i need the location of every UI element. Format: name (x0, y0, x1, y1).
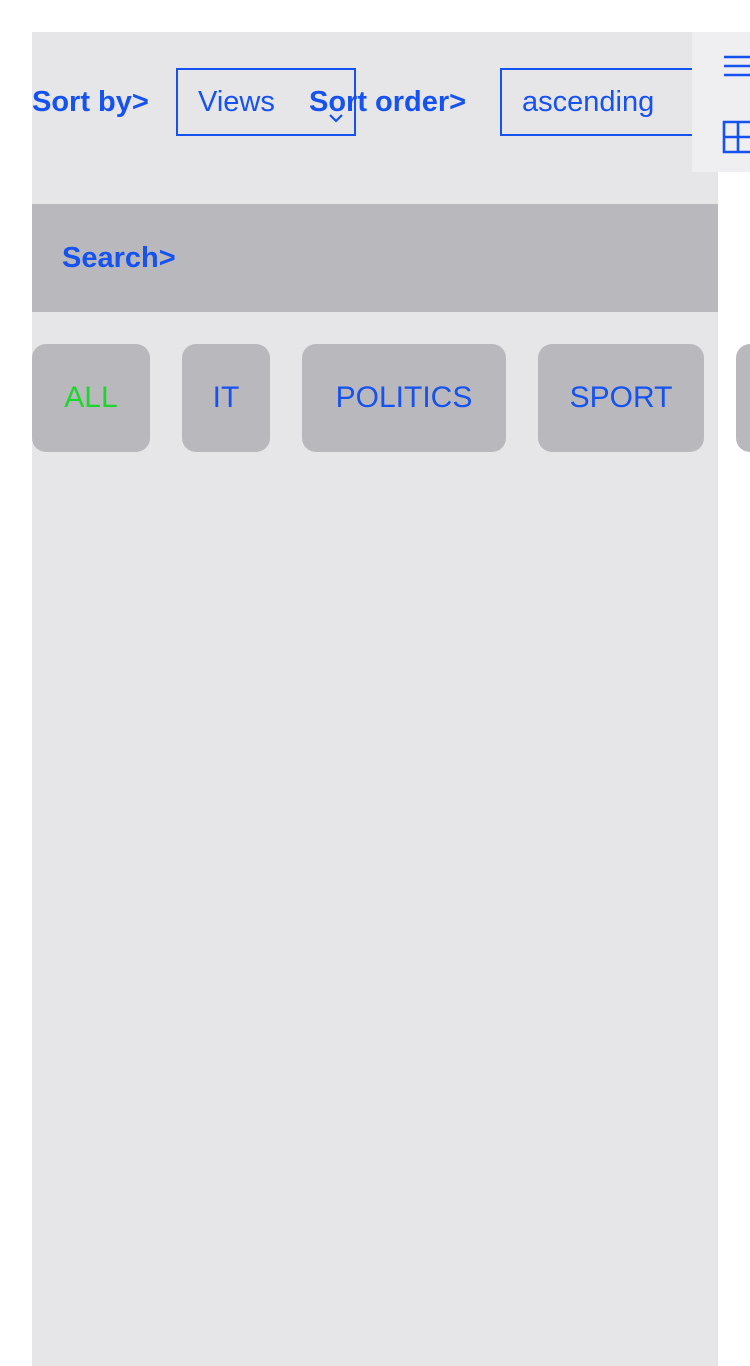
search-bar[interactable]: Search> (32, 204, 718, 312)
sort-order-value: ascending (522, 86, 655, 118)
category-chip-sport[interactable]: SPORT (538, 344, 704, 452)
list-view-icon[interactable] (722, 52, 750, 87)
view-toggle-panel (692, 32, 750, 172)
category-chip-all[interactable]: ALL (32, 344, 150, 452)
category-chip-politics[interactable]: POLITICS (302, 344, 506, 452)
grid-view-icon[interactable] (722, 120, 750, 159)
category-filter: ALL IT POLITICS SPORT (0, 344, 750, 452)
category-chip-more[interactable] (736, 344, 750, 452)
sort-by-value: Views (198, 86, 275, 118)
sort-by-label: Sort by> (32, 86, 149, 118)
search-label: Search> (62, 242, 176, 274)
sort-controls: Sort by> Views Sort order> ascending (0, 68, 704, 136)
sort-order-label: Sort order> (309, 86, 467, 118)
sort-order-select[interactable]: ascending (500, 68, 704, 136)
category-chip-it[interactable]: IT (182, 344, 270, 452)
